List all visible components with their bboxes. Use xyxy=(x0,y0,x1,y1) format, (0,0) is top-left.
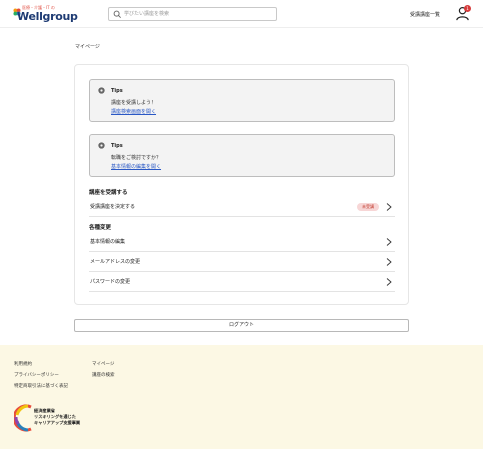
tip-title: Tips xyxy=(111,143,123,149)
chevron-right-icon xyxy=(386,278,392,286)
tip-box: Tips 転職をご検討ですか？ 基本情報の編集を開く xyxy=(89,134,395,177)
section-title-settings: 各種変更 xyxy=(89,225,112,231)
tip-text: 講座を受講しよう！ xyxy=(111,100,157,106)
meti-ring-icon xyxy=(14,404,32,432)
notification-badge: 1 xyxy=(464,5,471,12)
breadcrumb: マイページ xyxy=(75,44,100,50)
row-label: メールアドレスの変更 xyxy=(90,259,141,265)
tip-text: 転職をご検討ですか？ xyxy=(111,155,162,161)
tip-title: Tips xyxy=(111,88,123,94)
course-list-link[interactable]: 受講講座一覧 xyxy=(410,11,440,18)
logo-wordmark: Wellgroup xyxy=(17,10,78,23)
tip-link-edit-profile[interactable]: 基本情報の編集を開く xyxy=(111,163,161,170)
search-icon xyxy=(113,10,121,18)
info-icon xyxy=(98,142,105,149)
row-label: 基本情報の編集 xyxy=(90,239,126,245)
footer-link-mypage[interactable]: マイページ xyxy=(92,361,114,367)
search-box[interactable] xyxy=(108,7,277,21)
edit-basic-info-row[interactable]: 基本情報の編集 xyxy=(89,232,395,252)
row-label: パスワードの変更 xyxy=(90,279,131,285)
mypage-card: Tips 講座を受講しよう！ 講座検索画面を開く Tips 転職をご検討ですか？… xyxy=(74,64,409,305)
chevron-right-icon xyxy=(386,203,392,211)
select-course-row[interactable]: 受講講座を決定する 未受講 xyxy=(89,197,395,217)
search-input[interactable] xyxy=(124,8,274,20)
footer-link-privacy[interactable]: プライバシーポリシー xyxy=(14,372,59,378)
row-label: 受講講座を決定する xyxy=(90,204,136,210)
tip-link-course-search[interactable]: 講座検索画面を開く xyxy=(111,108,156,115)
footer-link-course-search[interactable]: 講座の検索 xyxy=(92,372,115,378)
change-password-row[interactable]: パスワードの変更 xyxy=(89,272,395,292)
site-header: 医療・介護・IT の Wellgroup 受講講座一覧 1 xyxy=(0,0,483,28)
wellgroup-logo[interactable]: 医療・介護・IT の Wellgroup xyxy=(13,5,83,25)
footer-link-terms[interactable]: 利用規約 xyxy=(14,361,32,367)
chevron-right-icon xyxy=(386,258,392,266)
status-badge: 未受講 xyxy=(357,203,379,211)
chevron-right-icon xyxy=(386,238,392,246)
info-icon xyxy=(98,87,105,94)
section-title-course: 講座を受講する xyxy=(89,190,128,196)
meti-line: キャリアアップ支援事業 xyxy=(34,420,81,425)
tip-box: Tips 講座を受講しよう！ 講座検索画面を開く xyxy=(89,79,395,122)
footer-link-commerce-law[interactable]: 特定商取引法に基づく表記 xyxy=(14,383,68,389)
logout-button[interactable]: ログアウト xyxy=(74,319,409,332)
meti-program-text: 経済産業省 リスキリングを通じた キャリアアップ支援事業 xyxy=(34,408,80,426)
site-footer: 利用規約 プライバシーポリシー 特定商取引法に基づく表記 マイページ 講座の検索… xyxy=(0,345,483,449)
change-email-row[interactable]: メールアドレスの変更 xyxy=(89,252,395,272)
